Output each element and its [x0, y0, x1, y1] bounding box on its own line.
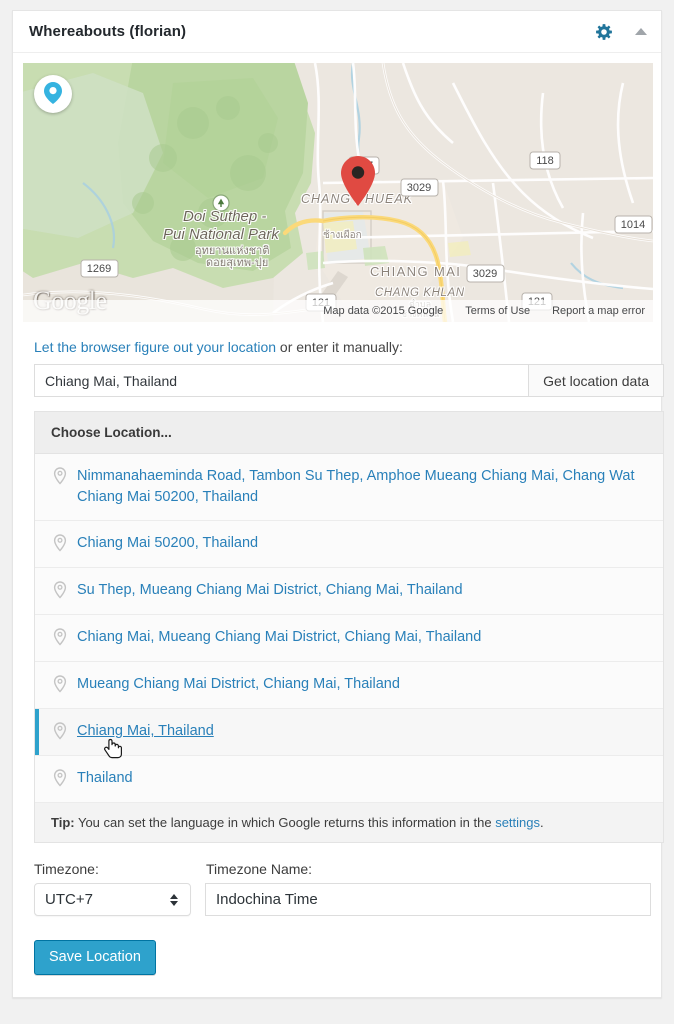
list-item[interactable]: Chiang Mai, Mueang Chiang Mai District, … — [35, 615, 663, 662]
list-item[interactable]: Chiang Mai 50200, Thailand — [35, 521, 663, 568]
gear-icon[interactable] — [595, 23, 613, 41]
tip-label: Tip: — [51, 815, 75, 830]
save-location-button[interactable]: Save Location — [34, 940, 156, 975]
timezone-offset-label: Timezone: — [34, 861, 99, 877]
list-item-label: Chiang Mai, Mueang Chiang Mai District, … — [77, 629, 482, 645]
map-canvas: Doi Suthep - Pui National Park อุทยานแห่… — [23, 63, 653, 322]
list-item-hovered[interactable]: Chiang Mai, Thailand — [35, 709, 663, 756]
location-input-row: Get location data — [34, 364, 664, 397]
svg-text:3029: 3029 — [407, 182, 431, 194]
whereabouts-panel: Whereabouts (florian) Doi Suthep - Pui N… — [12, 10, 664, 998]
pin-outline-icon — [53, 769, 67, 790]
location-map[interactable]: Doi Suthep - Pui National Park อุทยานแห่… — [23, 63, 653, 322]
panel-body: Doi Suthep - Pui National Park อุทยานแห่… — [13, 53, 664, 997]
timezone-name-label: Timezone Name: — [206, 861, 313, 877]
manual-entry-line: Let the browser figure out your location… — [34, 339, 651, 355]
timezone-labels: Timezone: Timezone Name: — [34, 861, 651, 877]
location-input[interactable] — [34, 364, 529, 397]
svg-text:CHIANG MAI: CHIANG MAI — [370, 264, 461, 279]
report-map-error-link[interactable]: Report a map error — [552, 305, 645, 317]
list-item-label: Chiang Mai 50200, Thailand — [77, 535, 259, 551]
svg-text:118: 118 — [536, 155, 554, 167]
pin-outline-icon — [53, 467, 67, 488]
browser-geolocate-link[interactable]: Let the browser figure out your location — [34, 339, 276, 355]
collapse-toggle-icon[interactable] — [635, 28, 647, 35]
stepper-arrows-icon — [169, 893, 178, 906]
manual-entry-suffix: or enter it manually: — [276, 339, 403, 355]
list-item[interactable]: Su Thep, Mueang Chiang Mai District, Chi… — [35, 568, 663, 615]
svg-text:1014: 1014 — [621, 219, 645, 231]
pin-outline-icon — [53, 581, 67, 602]
svg-text:Pui National Park: Pui National Park — [163, 226, 280, 243]
list-item-label: Su Thep, Mueang Chiang Mai District, Chi… — [77, 582, 463, 598]
svg-text:1269: 1269 — [87, 263, 111, 275]
map-pin-icon — [44, 81, 62, 107]
page-title: Whereabouts (florian) — [29, 23, 187, 40]
timezone-select-value: UTC+7 — [45, 891, 93, 908]
svg-text:3029: 3029 — [473, 268, 497, 280]
header-icons — [595, 23, 647, 41]
list-item[interactable]: Nimmanahaeminda Road, Tambon Su Thep, Am… — [35, 454, 663, 521]
svg-text:อุทยานแห่งชาติ: อุทยานแห่งชาติ — [195, 245, 270, 257]
list-item[interactable]: Thailand — [35, 756, 663, 803]
list-item-label: Chiang Mai, Thailand — [77, 723, 214, 739]
svg-text:CHANG KHLAN: CHANG KHLAN — [375, 287, 465, 299]
map-data-credit: Map data ©2015 Google — [323, 305, 444, 317]
list-item[interactable]: Mueang Chiang Mai District, Chiang Mai, … — [35, 662, 663, 709]
terms-of-use-link[interactable]: Terms of Use — [465, 305, 530, 317]
list-item-label: Thailand — [77, 770, 133, 786]
settings-link[interactable]: settings — [495, 815, 540, 830]
timezone-name-input[interactable] — [204, 883, 651, 916]
timezone-select[interactable]: UTC+7 — [34, 883, 191, 916]
svg-text:ช้างเผือก: ช้างเผือก — [323, 229, 362, 241]
list-item-label: Nimmanahaeminda Road, Tambon Su Thep, Am… — [77, 468, 635, 505]
tip-row: Tip: You can set the language in which G… — [35, 803, 663, 842]
map-attribution: Map data ©2015 Google Terms of Use Repor… — [23, 300, 653, 322]
geolocate-button[interactable] — [34, 75, 72, 113]
list-item-label: Mueang Chiang Mai District, Chiang Mai, … — [77, 676, 400, 692]
pin-outline-icon — [53, 722, 67, 743]
svg-text:ดอยสุเทพ-ปุย: ดอยสุเทพ-ปุย — [206, 257, 268, 269]
results-header: Choose Location... — [35, 412, 663, 454]
panel-header: Whereabouts (florian) — [13, 11, 661, 53]
pin-outline-icon — [53, 675, 67, 696]
timezone-row: UTC+7 — [34, 883, 651, 916]
get-location-data-button[interactable]: Get location data — [528, 364, 664, 397]
pin-outline-icon — [53, 534, 67, 555]
tip-end: . — [540, 815, 544, 830]
tip-text: You can set the language in which Google… — [74, 815, 496, 830]
pin-outline-icon — [53, 628, 67, 649]
svg-text:Doi Suthep -: Doi Suthep - — [183, 208, 266, 225]
location-results-list: Choose Location... Nimmanahaeminda Road,… — [34, 411, 664, 843]
